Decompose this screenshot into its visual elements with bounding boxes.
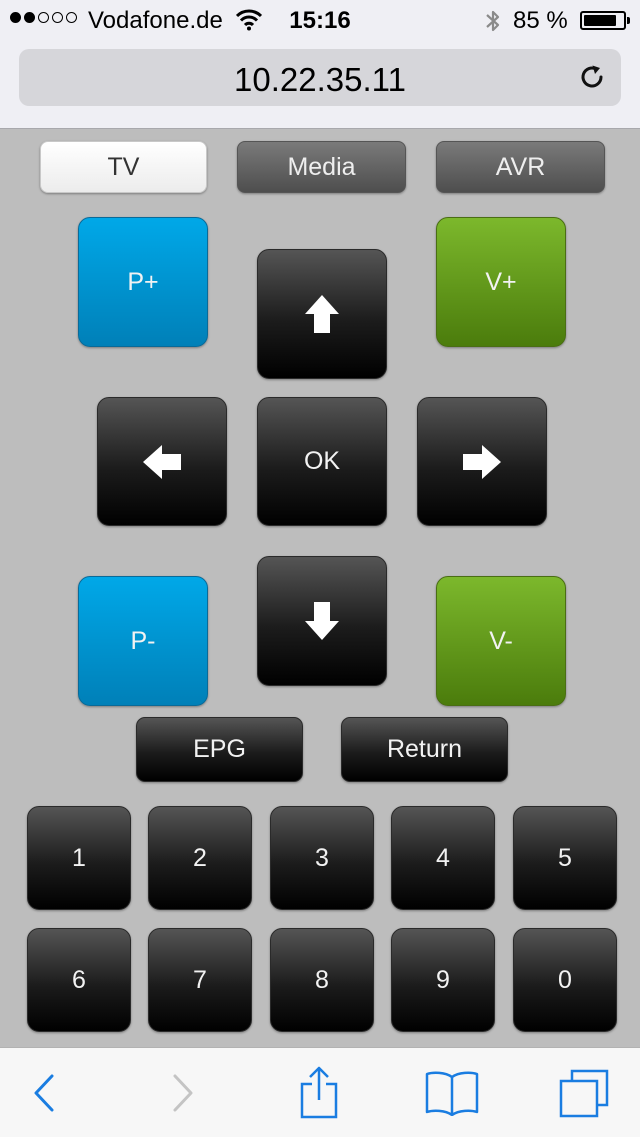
digit-button-0[interactable]: 0 bbox=[513, 928, 617, 1032]
tabs-icon bbox=[559, 1069, 609, 1117]
tabs-button[interactable] bbox=[552, 1048, 616, 1137]
signal-dot bbox=[10, 12, 21, 23]
status-bar: Vodafone.de 15:16 85 % bbox=[0, 0, 640, 40]
bookmarks-button[interactable] bbox=[420, 1048, 484, 1137]
address-bar[interactable]: 10.22.35.11 bbox=[19, 49, 621, 106]
battery-percentage: 85 % bbox=[513, 7, 568, 34]
digit-button-6[interactable]: 6 bbox=[27, 928, 131, 1032]
volume-down-button[interactable]: V- bbox=[436, 576, 566, 706]
tab-tv[interactable]: TV bbox=[40, 141, 207, 193]
share-button[interactable] bbox=[289, 1048, 349, 1137]
browser-toolbar bbox=[0, 1047, 640, 1137]
digit-button-7[interactable]: 7 bbox=[148, 928, 252, 1032]
digit-button-5[interactable]: 5 bbox=[513, 806, 617, 910]
signal-dot bbox=[24, 12, 35, 23]
arrow-left-icon bbox=[143, 444, 181, 479]
arrow-left-button[interactable] bbox=[97, 397, 227, 526]
digit-button-4[interactable]: 4 bbox=[391, 806, 495, 910]
battery-level bbox=[584, 15, 617, 26]
carrier-name: Vodafone.de bbox=[88, 7, 223, 34]
arrow-up-button[interactable] bbox=[257, 249, 387, 379]
bookmarks-icon bbox=[425, 1071, 479, 1116]
arrow-down-button[interactable] bbox=[257, 556, 387, 686]
digit-button-3[interactable]: 3 bbox=[270, 806, 374, 910]
forward-icon bbox=[173, 1074, 193, 1111]
share-icon bbox=[300, 1066, 338, 1118]
signal-dot bbox=[38, 12, 49, 23]
program-up-button[interactable]: P+ bbox=[78, 217, 208, 347]
back-button[interactable] bbox=[14, 1048, 74, 1137]
tab-media[interactable]: Media bbox=[237, 141, 406, 193]
digit-button-1[interactable]: 1 bbox=[27, 806, 131, 910]
program-down-button[interactable]: P- bbox=[78, 576, 208, 706]
bluetooth-icon bbox=[484, 8, 502, 41]
return-button[interactable]: Return bbox=[341, 717, 508, 782]
wifi-icon bbox=[235, 9, 263, 38]
digit-button-2[interactable]: 2 bbox=[148, 806, 252, 910]
arrow-up-icon bbox=[305, 295, 339, 333]
signal-dot bbox=[52, 12, 63, 23]
browser-header: 10.22.35.11 bbox=[0, 40, 640, 129]
forward-button[interactable] bbox=[153, 1048, 213, 1137]
signal-strength-icon bbox=[10, 12, 77, 23]
back-icon bbox=[34, 1074, 54, 1111]
arrow-right-button[interactable] bbox=[417, 397, 547, 526]
tab-avr[interactable]: AVR bbox=[436, 141, 605, 193]
volume-up-button[interactable]: V+ bbox=[436, 217, 566, 347]
ok-button[interactable]: OK bbox=[257, 397, 387, 526]
epg-button[interactable]: EPG bbox=[136, 717, 303, 782]
signal-dot bbox=[66, 12, 77, 23]
battery-icon bbox=[580, 11, 630, 30]
digit-button-9[interactable]: 9 bbox=[391, 928, 495, 1032]
url-text[interactable]: 10.22.35.11 bbox=[19, 61, 621, 99]
arrow-right-icon bbox=[463, 444, 501, 479]
digit-button-8[interactable]: 8 bbox=[270, 928, 374, 1032]
reload-icon[interactable] bbox=[577, 62, 607, 92]
arrow-down-icon bbox=[305, 602, 339, 640]
